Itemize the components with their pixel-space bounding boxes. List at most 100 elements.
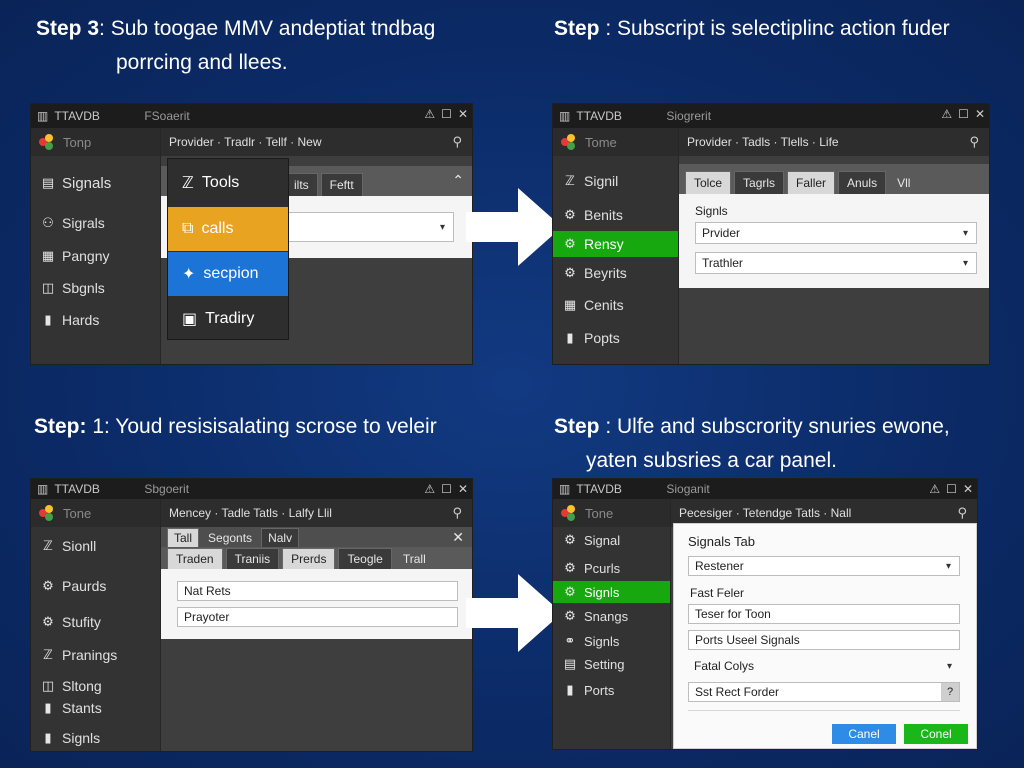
confirm-button[interactable]: Conel — [904, 724, 968, 744]
maximize-icon[interactable]: ☐ — [958, 107, 969, 121]
tab-faller[interactable]: Faller — [787, 171, 836, 194]
teser-field[interactable]: Teser for Toon — [688, 604, 960, 624]
content-panel: Signls Prvider ▾ Trathler ▾ — [679, 194, 989, 288]
menu-item-calls[interactable]: ⧉ calls — [168, 207, 288, 251]
sidebar-item-sbgnls[interactable]: ◫ Sbgnls — [31, 275, 160, 301]
cancel-button[interactable]: Canel — [832, 724, 896, 744]
tab-prerds[interactable]: Prerds — [282, 548, 336, 569]
close-icon[interactable]: ✕ — [963, 482, 973, 496]
dropdown-field[interactable]: ▾ — [283, 212, 454, 242]
copy-icon: ⧉ — [182, 220, 194, 237]
pin-icon[interactable]: ⚲ — [452, 505, 462, 521]
link-icon: ⚭ — [564, 633, 576, 648]
prayoter-field[interactable]: Prayoter — [177, 607, 458, 627]
sidebar-item-pranings[interactable]: ℤ Pranings — [31, 642, 160, 668]
close-icon[interactable]: ✕ — [458, 107, 468, 121]
field-value: Nat Rets — [184, 584, 231, 598]
sidebar-item-snangs[interactable]: ⚙ Snangs — [553, 605, 670, 627]
sidebar-item-rensy[interactable]: ⚙ Rensy — [553, 231, 678, 257]
sidebar-item-setting[interactable]: ▤ Setting — [553, 653, 670, 675]
sidebar-item-label: Sigrals — [62, 215, 105, 231]
share-icon[interactable]: ⚠ — [424, 107, 435, 121]
tab-segonts[interactable]: Segonts — [202, 529, 258, 547]
sidebar-item-signls[interactable]: ▮ Signls — [31, 725, 160, 751]
close-icon[interactable]: ✕ — [975, 107, 985, 121]
users-icon: ⚇ — [42, 215, 54, 230]
sidebar-item-label: Snangs — [584, 608, 629, 624]
sidebar-item-sionll[interactable]: ℤ Sionll — [31, 533, 160, 559]
trathler-select[interactable]: Trathler ▾ — [695, 252, 977, 274]
close-icon[interactable]: ✕ — [452, 529, 464, 546]
gear-icon: ⚙ — [564, 532, 576, 547]
pin-icon[interactable]: ⚲ — [969, 134, 979, 150]
window-subtitle: Sioganit — [666, 482, 710, 496]
sidebar-item-label: Signals — [62, 174, 112, 192]
tab-tall[interactable]: Tall — [167, 528, 200, 547]
tab-vll[interactable]: Vll — [889, 172, 918, 194]
sidebar-item-signil[interactable]: ℤ Signil — [553, 168, 678, 194]
menu-item-label: Tradiry — [205, 310, 255, 327]
arrow-right-icon — [466, 574, 562, 652]
tab-anuls[interactable]: Anuls — [838, 171, 887, 194]
sidebar-item-hards[interactable]: ▮ Hards — [31, 307, 160, 333]
sidebar-item-benits[interactable]: ⚙ Benits — [553, 202, 678, 228]
restener-select[interactable]: Restener ▾ — [688, 556, 960, 576]
sidebar-item-signals[interactable]: ▤ Signals — [31, 170, 160, 196]
pin-icon[interactable]: ⚲ — [452, 134, 462, 150]
close-icon[interactable]: ✕ — [458, 482, 468, 496]
share-icon[interactable]: ⚠ — [929, 482, 940, 496]
collapse-icon[interactable]: ⌃ — [452, 172, 464, 189]
select-value: Restener — [695, 559, 744, 573]
sidebar-item-pcurls[interactable]: ⚙ Pcurls — [553, 557, 670, 579]
tab-teogle[interactable]: Teogle — [338, 548, 392, 569]
sidebar-item-signls-active[interactable]: ⚙ Signls — [553, 581, 670, 603]
bird-icon: ✦ — [182, 266, 196, 283]
sidebar-item-stants[interactable]: ▮ Stants — [31, 695, 160, 721]
window-titlebar: ▥ TTAVDB Sbgoerit ⚠ ☐ ✕ — [31, 479, 472, 499]
tab-traden[interactable]: Traden — [167, 548, 223, 569]
gear-icon: ⚙ — [42, 578, 54, 593]
fatal-colys-select[interactable]: Fatal Colys ▾ — [688, 656, 960, 676]
maximize-icon[interactable]: ☐ — [441, 107, 452, 121]
tab-feftt[interactable]: Feftt — [320, 173, 363, 196]
gear-icon: ⚙ — [564, 207, 576, 222]
ports-signals-field[interactable]: Ports Useel Signals — [688, 630, 960, 650]
menu-item-tools[interactable]: ℤ Tools — [168, 161, 288, 205]
share-icon[interactable]: ⚠ — [424, 482, 435, 496]
document-icon: ▮ — [44, 730, 52, 745]
window-title: TTAVDB — [576, 109, 622, 123]
tab-tagrls[interactable]: Tagrls — [734, 171, 785, 194]
select-value: Prvider — [702, 226, 741, 240]
tab-traniis[interactable]: Traniis — [225, 548, 280, 569]
sidebar-item-popts[interactable]: ▮ Popts — [553, 325, 678, 351]
sidebar-item-signal[interactable]: ⚙ Signal — [553, 527, 670, 553]
tab-trall[interactable]: Trall — [395, 549, 434, 569]
menu-item-tradiry[interactable]: ▣ Tradiry — [168, 297, 288, 341]
sidebar-item-pangny[interactable]: ▦ Pangny — [31, 243, 160, 269]
sidebar-item-label: Pangny — [62, 248, 110, 264]
caption-top-left: Step 3: Sub toogae MMV andeptiat tndbag … — [36, 12, 435, 80]
sidebar-item-paurds[interactable]: ⚙ Paurds — [31, 573, 160, 599]
sidebar-item-stufity[interactable]: ⚙ Stufity — [31, 609, 160, 635]
sst-rect-forder-field[interactable]: Sst Rect Forder ? — [688, 682, 960, 702]
tab-filts[interactable]: ilts — [285, 173, 318, 196]
sidebar-header: Tonp — [31, 128, 160, 156]
nat-rets-field[interactable]: Nat Rets — [177, 581, 458, 601]
window-title: TTAVDB — [576, 482, 622, 496]
share-icon[interactable]: ⚠ — [941, 107, 952, 121]
maximize-icon[interactable]: ☐ — [441, 482, 452, 496]
sidebar-item-beyrits[interactable]: ⚙ Beyrits — [553, 260, 678, 286]
maximize-icon[interactable]: ☐ — [946, 482, 957, 496]
sidebar-item-sigrals[interactable]: ⚇ Sigrals — [31, 210, 160, 236]
sidebar-item-label: Beyrits — [584, 265, 627, 281]
help-icon[interactable]: ? — [941, 683, 959, 701]
sidebar-item-cenits[interactable]: ▦ Cenits — [553, 292, 678, 318]
tab-nalv[interactable]: Nalv — [261, 528, 300, 547]
menu-item-secpion[interactable]: ✦ secpion — [168, 252, 288, 296]
sidebar-item-signls[interactable]: ⚭ Signls — [553, 630, 670, 652]
caption-text: : Sub toogae MMV andeptiat tndbag — [99, 17, 436, 40]
pin-icon[interactable]: ⚲ — [957, 505, 967, 521]
tab-tolce[interactable]: Tolce — [685, 171, 732, 194]
sidebar-item-ports[interactable]: ▮ Ports — [553, 679, 670, 701]
provider-select[interactable]: Prvider ▾ — [695, 222, 977, 244]
